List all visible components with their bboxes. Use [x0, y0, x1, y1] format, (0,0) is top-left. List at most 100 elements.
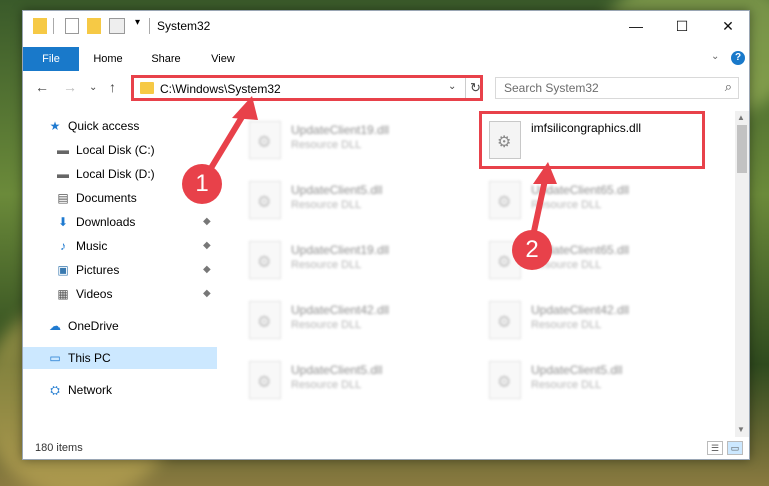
maximize-button[interactable]: ☐	[659, 11, 705, 41]
ribbon-collapse-icon[interactable]: ⌄	[711, 51, 719, 62]
pin-icon[interactable]: ◆	[203, 235, 211, 257]
music-icon: ♪	[60, 239, 66, 253]
refresh-button[interactable]: ↻	[465, 78, 485, 98]
properties-icon[interactable]	[65, 18, 79, 34]
drive-icon: ▬	[57, 167, 69, 181]
sidebar-item-label: Videos	[76, 287, 113, 301]
close-button[interactable]: ✕	[705, 11, 751, 41]
list-item[interactable]: UpdateClient19.dll Resource DLL	[243, 237, 473, 289]
search-icon: ⌕	[724, 79, 732, 94]
list-item[interactable]: UpdateClient5.dll Resource DLL	[483, 357, 713, 409]
pin-icon[interactable]: ◆	[203, 211, 211, 233]
ribbon-tabs: File Home Share View ⌄ ?	[23, 47, 749, 71]
dll-file-icon	[249, 241, 281, 279]
folder-icon	[33, 18, 47, 34]
sidebar-item-network[interactable]: ⛭ Network	[47, 379, 112, 401]
large-icons-view-icon[interactable]: ▭	[727, 441, 743, 455]
navigation-bar: ← → ⌄ ↑ C:\Windows\System32 ⌄ ↻ Search S…	[23, 75, 749, 103]
file-name: UpdateClient19.dll	[291, 243, 390, 257]
pictures-icon: ▣	[57, 263, 69, 277]
sidebar-item-label: Local Disk (D:)	[76, 167, 155, 181]
file-type: Resource DLL	[291, 139, 362, 151]
dll-file-icon	[249, 301, 281, 339]
file-name: UpdateClient42.dll	[291, 303, 390, 317]
file-name: UpdateClient5.dll	[531, 363, 623, 377]
list-item[interactable]: UpdateClient5.dll Resource DLL	[243, 177, 473, 229]
vertical-scrollbar[interactable]: ▲ ▼	[735, 111, 749, 437]
sidebar-item-local-disk-d[interactable]: ▬ Local Disk (D:)	[55, 163, 155, 185]
file-type: Resource DLL	[531, 319, 602, 331]
tab-share[interactable]: Share	[137, 47, 195, 71]
sidebar-item-onedrive[interactable]: ☁ OneDrive	[47, 315, 119, 337]
divider	[149, 18, 150, 34]
download-icon: ⬇	[57, 215, 69, 229]
tab-view[interactable]: View	[195, 47, 251, 71]
dll-file-icon	[489, 181, 521, 219]
minimize-button[interactable]: —	[613, 11, 659, 41]
dll-file-icon	[489, 301, 521, 339]
step-2-badge: 2	[512, 230, 552, 270]
address-path[interactable]: C:\Windows\System32	[160, 82, 281, 96]
recent-locations-button[interactable]: ⌄	[89, 82, 97, 93]
sidebar-item-this-pc[interactable]: ▭ This PC	[23, 347, 217, 369]
scroll-thumb[interactable]	[737, 125, 747, 173]
pin-icon[interactable]: ◆	[203, 259, 211, 281]
sidebar-item-label: OneDrive	[68, 319, 119, 333]
list-item[interactable]: UpdateClient65.dll Resource DLL	[483, 177, 713, 229]
back-button[interactable]: ←	[35, 79, 49, 95]
sidebar-item-downloads[interactable]: ⬇ Downloads ◆	[55, 211, 217, 233]
customize-icon[interactable]	[109, 18, 125, 34]
list-item[interactable]: UpdateClient5.dll Resource DLL	[243, 357, 473, 409]
scroll-down-icon[interactable]: ▼	[737, 425, 745, 434]
file-type: Resource DLL	[531, 379, 602, 391]
sidebar-item-pictures[interactable]: ▣ Pictures ◆	[55, 259, 217, 281]
sidebar-item-label: This PC	[68, 351, 111, 365]
sidebar-item-videos[interactable]: ▦ Videos ◆	[55, 283, 217, 305]
folder-icon	[140, 82, 154, 94]
sidebar-item-quick-access[interactable]: ★ Quick access	[47, 115, 140, 137]
new-folder-icon[interactable]	[87, 18, 101, 34]
sidebar-item-local-disk-c[interactable]: ▬ Local Disk (C:)	[55, 139, 217, 161]
step-1-badge: 1	[182, 164, 222, 204]
documents-icon: ▤	[57, 191, 69, 205]
list-item[interactable]: UpdateClient42.dll Resource DLL	[243, 297, 473, 349]
help-icon[interactable]: ?	[731, 51, 745, 65]
sidebar-item-documents[interactable]: ▤ Documents	[55, 187, 136, 209]
item-count: 180 items	[35, 442, 83, 454]
forward-button[interactable]: →	[63, 79, 77, 95]
file-name: UpdateClient42.dll	[531, 303, 630, 317]
search-input[interactable]: Search System32	[504, 81, 599, 95]
pin-icon[interactable]: ◆	[203, 283, 211, 305]
tab-file[interactable]: File	[23, 47, 79, 71]
title-bar: ▾ System32 — ☐ ✕	[23, 11, 749, 41]
address-dropdown-icon[interactable]: ⌄	[448, 81, 456, 92]
up-button[interactable]: ↑	[109, 79, 116, 95]
list-item[interactable]: UpdateClient42.dll Resource DLL	[483, 297, 713, 349]
search-box[interactable]: Search System32 ⌕	[495, 77, 739, 99]
sidebar-item-label: Music	[76, 239, 108, 253]
navigation-pane: ★ Quick access ▬ Local Disk (C:) ▬ Local Di…	[23, 111, 217, 411]
file-name: UpdateClient5.dll	[291, 363, 383, 377]
sidebar-item-label: Pictures	[76, 263, 120, 277]
explorer-window: ▾ System32 — ☐ ✕ File Home Share View ⌄ …	[22, 10, 750, 460]
address-bar[interactable]: C:\Windows\System32 ⌄ ↻	[131, 75, 483, 101]
file-type: Resource DLL	[291, 199, 362, 211]
computer-icon: ▭	[49, 351, 61, 365]
dll-file-icon	[489, 361, 521, 399]
sidebar-item-music[interactable]: ♪ Music ◆	[55, 235, 217, 257]
file-name: UpdateClient65.dll	[531, 183, 630, 197]
list-item[interactable]: UpdateClient19.dll Resource DLL	[243, 117, 473, 169]
dll-file-icon	[249, 181, 281, 219]
network-icon: ⛭	[50, 383, 60, 397]
sidebar-item-label: Network	[68, 383, 113, 397]
file-type: Resource DLL	[291, 379, 362, 391]
star-icon: ★	[49, 119, 61, 133]
cloud-icon: ☁	[49, 319, 61, 333]
details-view-icon[interactable]: ☰	[707, 441, 723, 455]
sidebar-item-label: Local Disk (C:)	[76, 143, 155, 157]
qat-dropdown-icon[interactable]: ▾	[135, 17, 140, 33]
file-type: Resource DLL	[291, 319, 362, 331]
file-type: Resource DLL	[531, 199, 602, 211]
tab-home[interactable]: Home	[79, 47, 137, 71]
scroll-up-icon[interactable]: ▲	[737, 113, 745, 122]
